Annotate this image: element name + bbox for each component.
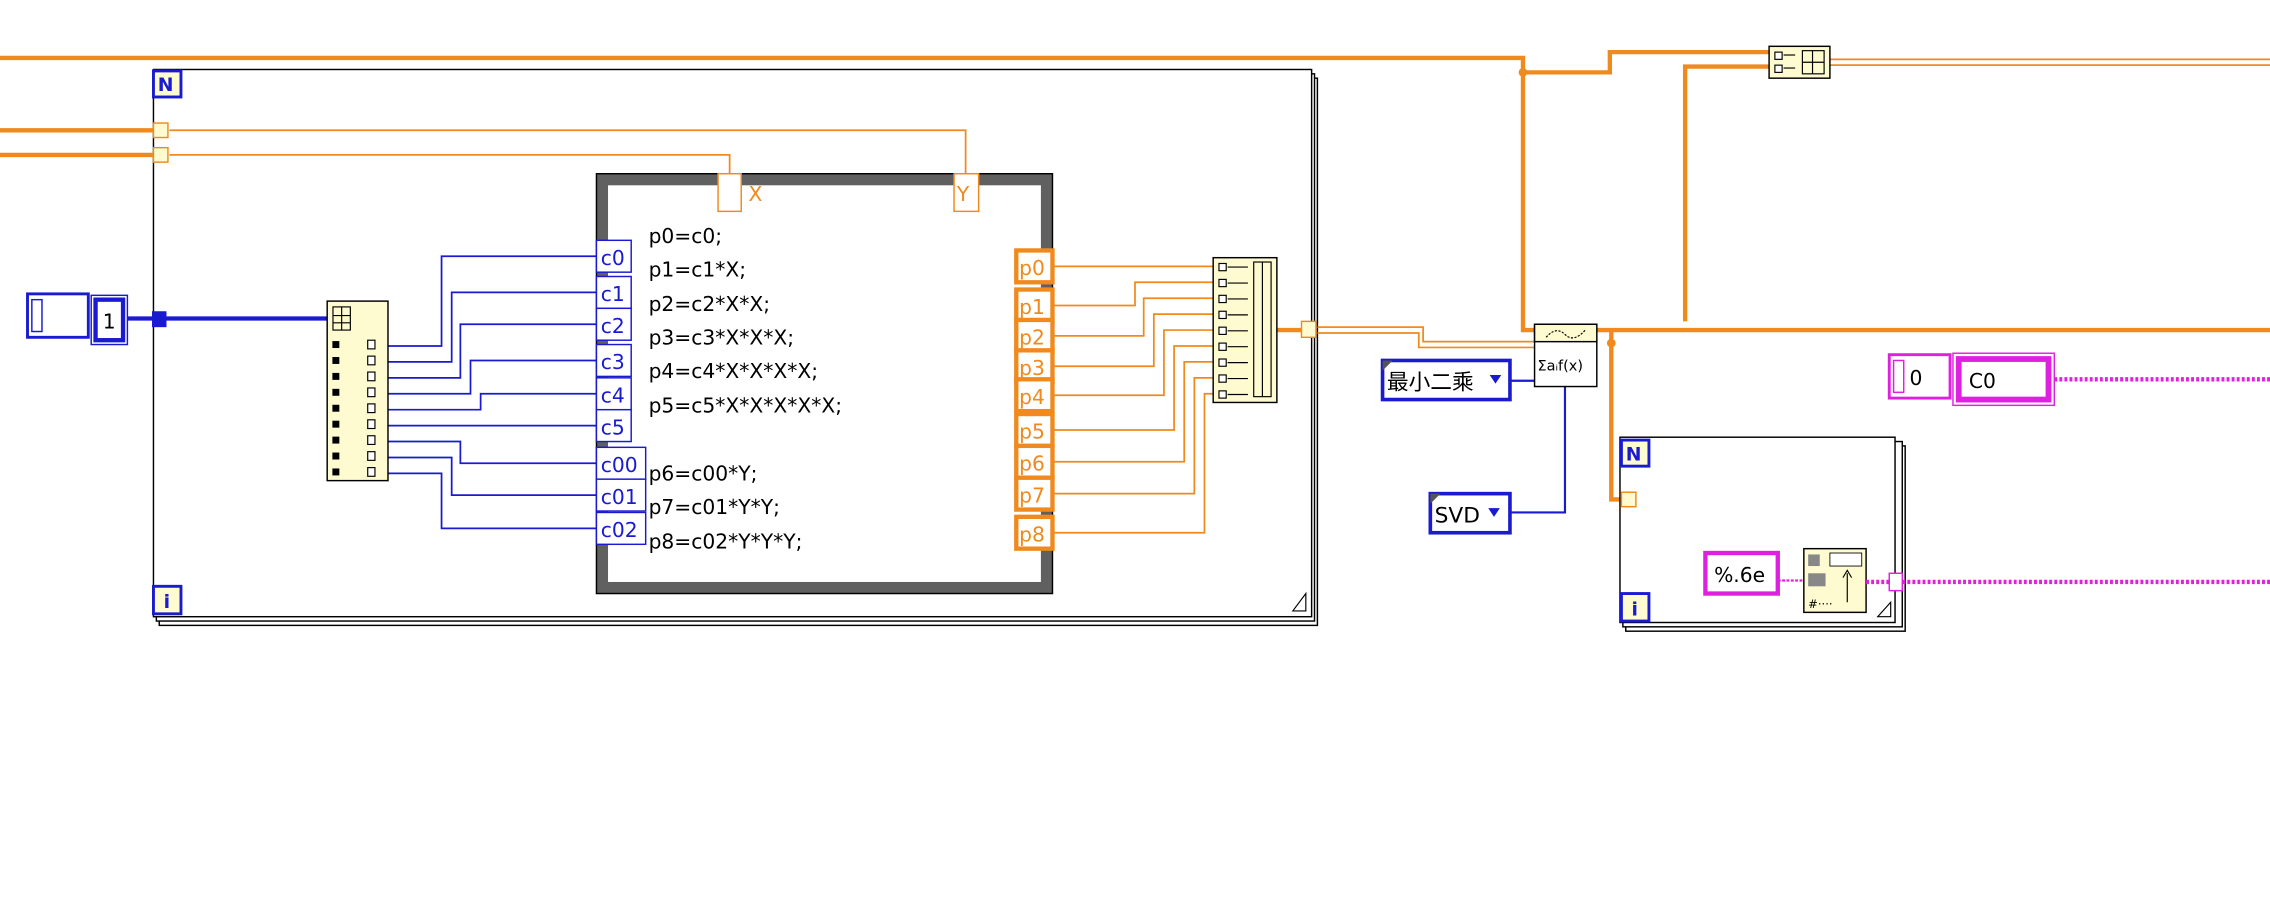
index-input-terminal[interactable] [367, 435, 376, 446]
string-array-element[interactable]: C0 [1969, 369, 1996, 393]
index-spinner-icon[interactable] [1892, 359, 1905, 394]
output-label: p3 [1019, 356, 1045, 380]
formula-code-line[interactable]: p8=c02*Y*Y*Y; [649, 530, 803, 554]
loop-index-label: i [164, 592, 170, 613]
input-label: c0 [601, 246, 625, 270]
index-input-terminal[interactable] [367, 467, 376, 477]
input-label: c2 [601, 314, 625, 338]
formula-code-line[interactable]: p7=c01*Y*Y; [649, 495, 780, 519]
input-label: c02 [601, 518, 638, 542]
fit-vi-label: Σaᵢf(x) [1537, 359, 1583, 375]
blue-tunnel[interactable] [152, 311, 167, 328]
element-input-terminal[interactable] [1218, 374, 1227, 383]
string-array-index[interactable]: 0 [1910, 366, 1923, 390]
input-x-label: X [748, 182, 762, 206]
element-input-terminal[interactable] [1218, 294, 1227, 304]
build-array-2d-node[interactable] [1768, 45, 1831, 79]
loop-count-label: N [158, 75, 174, 96]
array-element-value[interactable]: 1 [103, 310, 116, 334]
index-input-terminal[interactable] [367, 419, 376, 430]
index-input-terminal[interactable] [367, 371, 376, 382]
tunnel-input-2[interactable] [152, 146, 169, 163]
formula-code-line[interactable]: p3=c3*X*X*X; [649, 326, 795, 350]
output-label: p7 [1019, 483, 1045, 507]
input-label: c5 [601, 415, 625, 439]
output-label: p8 [1019, 522, 1045, 546]
string-array-constant[interactable]: 0 C0 [1887, 352, 2056, 407]
index-spinner-icon[interactable] [31, 298, 43, 333]
element-input-terminal[interactable] [1218, 358, 1227, 367]
output-label: p4 [1019, 385, 1045, 409]
element-input-terminal[interactable] [1218, 278, 1227, 288]
method-ring-constant[interactable]: 最小二乘 [1380, 358, 1512, 402]
input-label: c1 [601, 282, 625, 306]
index-input-terminal[interactable] [367, 387, 376, 398]
number-to-string-node[interactable]: #···· [1803, 547, 1867, 614]
element-input-terminal[interactable] [1218, 326, 1227, 335]
index-input-terminal[interactable] [367, 403, 376, 414]
output-label: p6 [1019, 451, 1045, 475]
input-label: c4 [601, 383, 625, 407]
element-input-terminal[interactable] [1218, 390, 1227, 399]
formula-code-line[interactable]: p6=c00*Y; [649, 462, 758, 486]
loop-index-label: i [1632, 599, 1638, 620]
output-label: p0 [1019, 256, 1045, 280]
for-loop-small[interactable]: N i %.6e #···· [1619, 436, 1906, 632]
element-input-terminal[interactable] [1218, 310, 1227, 320]
build-array-node[interactable] [1212, 256, 1278, 404]
loop-count-label: N [1626, 444, 1642, 465]
linear-fit-vi[interactable]: Σaᵢf(x) [1533, 323, 1598, 388]
input-label: c00 [601, 453, 638, 477]
format-string-value[interactable]: %.6e [1714, 563, 1765, 587]
index-input-terminal[interactable] [367, 355, 376, 366]
tunnel-input[interactable] [1620, 491, 1637, 508]
output-label: p2 [1019, 326, 1045, 350]
block-diagram: N i 1 X Y c0c1c2c3c4c5c00c01c02 p0p1p2p3… [0, 45, 2270, 632]
output-label: p1 [1019, 295, 1045, 319]
formula-code-line[interactable]: p1=c1*X; [649, 258, 747, 282]
formula-code-line[interactable]: p0=c0; [649, 224, 723, 248]
output-label: p5 [1019, 420, 1045, 444]
element-input-terminal[interactable] [1218, 342, 1227, 351]
method-ring-value[interactable]: 最小二乘 [1387, 370, 1474, 395]
formula-code-line[interactable]: p5=c5*X*X*X*X*X; [649, 394, 843, 418]
input-label: c3 [601, 350, 625, 374]
formula-code-line[interactable]: p2=c2*X*X; [649, 292, 771, 316]
algorithm-ring-constant[interactable]: SVD [1428, 491, 1512, 535]
input-label: c01 [601, 485, 638, 509]
formula-node[interactable]: X Y c0 c1 c2 c3 c4 c5 c00 c01 c02 p0 p1 p2 p3 p4 p5 p6… [595, 172, 1055, 595]
algorithm-ring-value[interactable]: SVD [1435, 504, 1480, 529]
tunnel-input-1[interactable] [152, 122, 169, 139]
formula-code-line[interactable]: p4=c4*X*X*X*X; [649, 359, 819, 383]
array-constant-index[interactable]: 1 [26, 292, 129, 346]
input-y-label: Y [956, 182, 970, 206]
tunnel-output[interactable] [1888, 572, 1904, 592]
element-input-terminal[interactable] [1218, 262, 1227, 272]
tunnel-output[interactable] [1300, 320, 1317, 339]
input-x-terminal[interactable] [717, 172, 742, 213]
index-input-terminal[interactable] [367, 451, 376, 461]
index-input-terminal[interactable] [367, 339, 376, 350]
svg-text:#····: #···· [1808, 597, 1832, 611]
index-array-node[interactable] [326, 300, 389, 482]
